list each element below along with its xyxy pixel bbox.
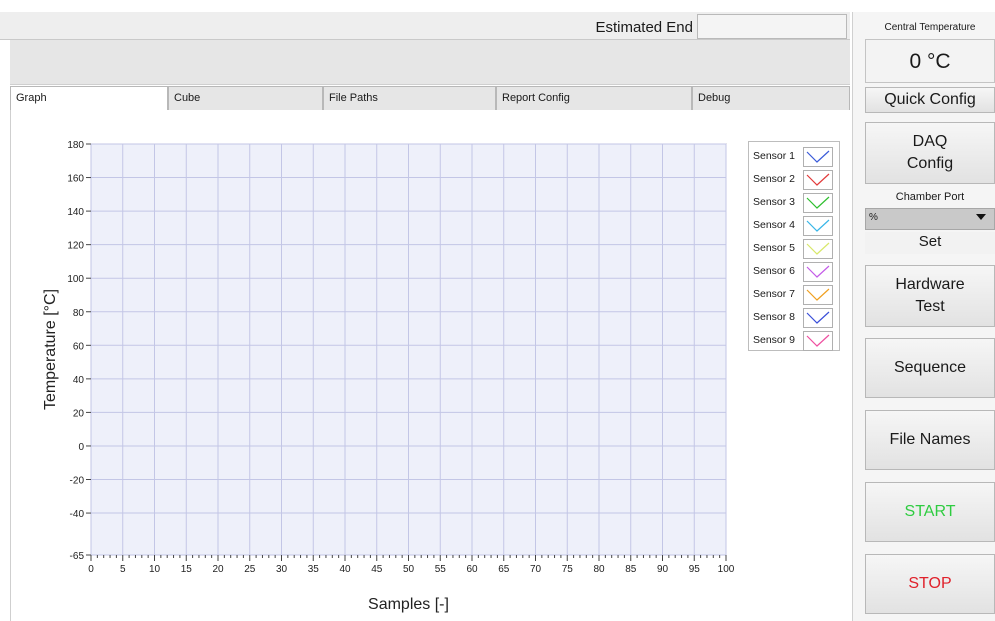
set-button[interactable]: Set [865,232,995,254]
legend-label: Sensor 5 [753,242,796,254]
x-tick-label: 30 [276,564,288,575]
legend-label: Sensor 3 [753,196,796,208]
x-tick-label: 50 [403,564,415,575]
x-tick-label: 25 [244,564,256,575]
legend-label: Sensor 2 [753,173,796,185]
x-tick-label: 60 [466,564,478,575]
legend-swatch-icon [803,170,833,190]
chamber-port-value: % [869,212,878,223]
sequence-label: Sequence [893,359,967,376]
x-tick-label: 10 [149,564,161,575]
x-tick-label: 20 [212,564,224,575]
quick-config-button[interactable]: Quick Config [865,87,995,113]
sequence-button[interactable]: Sequence [865,338,995,398]
x-tick-label: 100 [718,564,735,575]
legend-label: Sensor 9 [753,334,796,346]
x-tick-label: 90 [657,564,669,575]
legend-item[interactable]: Sensor 5 [753,238,838,259]
legend-line-icon [806,334,830,347]
legend-line-icon [806,288,830,301]
daq-config-button[interactable]: DAQ Config [865,122,995,184]
legend-swatch-icon [803,216,833,236]
legend-item[interactable]: Sensor 6 [753,261,838,282]
x-tick-label: 65 [498,564,510,575]
y-tick-label: 20 [73,408,85,419]
x-tick-label: 55 [435,564,447,575]
legend-item[interactable]: Sensor 4 [753,215,838,236]
x-tick-label: 95 [689,564,701,575]
x-tick-label: 75 [562,564,574,575]
legend-line-icon [806,219,830,232]
y-tick-label: -40 [70,509,85,520]
y-axis-label: Temperature [°C] [42,289,59,410]
central-temperature-label: Central Temperature [884,22,976,33]
legend-swatch-icon [803,193,833,213]
temperature-chart: 0 5 10 15 20 25 30 35 40 45 50 55 60 65 70 75 80 85 90 95 10… [42,140,735,613]
x-tick-label: 45 [371,564,383,575]
hardware-test-label-line2: Test [915,298,945,315]
daq-config-label-line1: DAQ [912,133,948,150]
y-tick-label: 160 [67,174,84,185]
legend-line-icon [806,311,830,324]
y-tick-label: 140 [67,207,84,218]
legend-label: Sensor 7 [753,288,796,300]
y-tick-label: 60 [73,341,85,352]
legend-line-icon [806,242,830,255]
legend-line-icon [806,196,830,209]
legend-label: Sensor 1 [753,150,796,162]
legend-swatch-icon [803,147,833,167]
central-temperature-value: 0 °C [865,39,995,83]
hardware-test-label-line1: Hardware [895,276,965,293]
legend-line-icon [806,173,830,186]
legend-item[interactable]: Sensor 1 [753,146,838,167]
legend-swatch-icon [803,308,833,328]
daq-config-label-line2: Config [906,155,954,172]
y-tick-label: -20 [70,476,85,487]
legend-label: Sensor 4 [753,219,796,231]
legend-line-icon [806,150,830,163]
legend-item[interactable]: Sensor 3 [753,192,838,213]
x-axis-label: Samples [-] [368,596,449,613]
quick-config-label: Quick Config [884,91,976,108]
chevron-down-icon[interactable] [976,214,986,220]
legend-swatch-icon [803,285,833,305]
hardware-test-button[interactable]: Hardware Test [865,265,995,327]
x-tick-label: 15 [181,564,193,575]
legend-swatch-icon [803,239,833,259]
y-tick-label: 180 [67,140,84,151]
legend-label: Sensor 6 [753,265,796,277]
legend-item[interactable]: Sensor 7 [753,284,838,305]
legend-swatch-icon [803,331,833,351]
y-tick-label: 120 [67,241,84,252]
legend-line-icon [806,265,830,278]
chamber-port-label: Chamber Port [895,191,965,203]
legend-item[interactable]: Sensor 8 [753,307,838,328]
stop-button[interactable]: STOP [865,554,995,614]
y-tick-label: 80 [73,308,85,319]
x-tick-label: 70 [530,564,542,575]
x-tick-label: 80 [593,564,605,575]
x-tick-label: 40 [339,564,351,575]
y-tick-label: -65 [70,551,85,562]
chart-legend: Sensor 1 Sensor 2 Sensor 3 Sensor 4 Sensor 5… [748,141,840,351]
file-names-label: File Names [889,431,971,448]
y-tick-label: 100 [67,274,84,285]
y-tick-label: 40 [73,375,85,386]
legend-swatch-icon [803,262,833,282]
start-label: START [904,503,956,520]
x-tick-label: 5 [120,564,126,575]
legend-item[interactable]: Sensor 9 [753,330,838,351]
stop-label: STOP [908,575,952,592]
x-tick-label: 0 [88,564,94,575]
x-tick-label: 85 [625,564,637,575]
file-names-button[interactable]: File Names [865,410,995,470]
start-button[interactable]: START [865,482,995,542]
y-tick-label: 0 [78,442,84,453]
legend-label: Sensor 8 [753,311,796,323]
x-tick-label: 35 [308,564,320,575]
legend-item[interactable]: Sensor 2 [753,169,838,190]
